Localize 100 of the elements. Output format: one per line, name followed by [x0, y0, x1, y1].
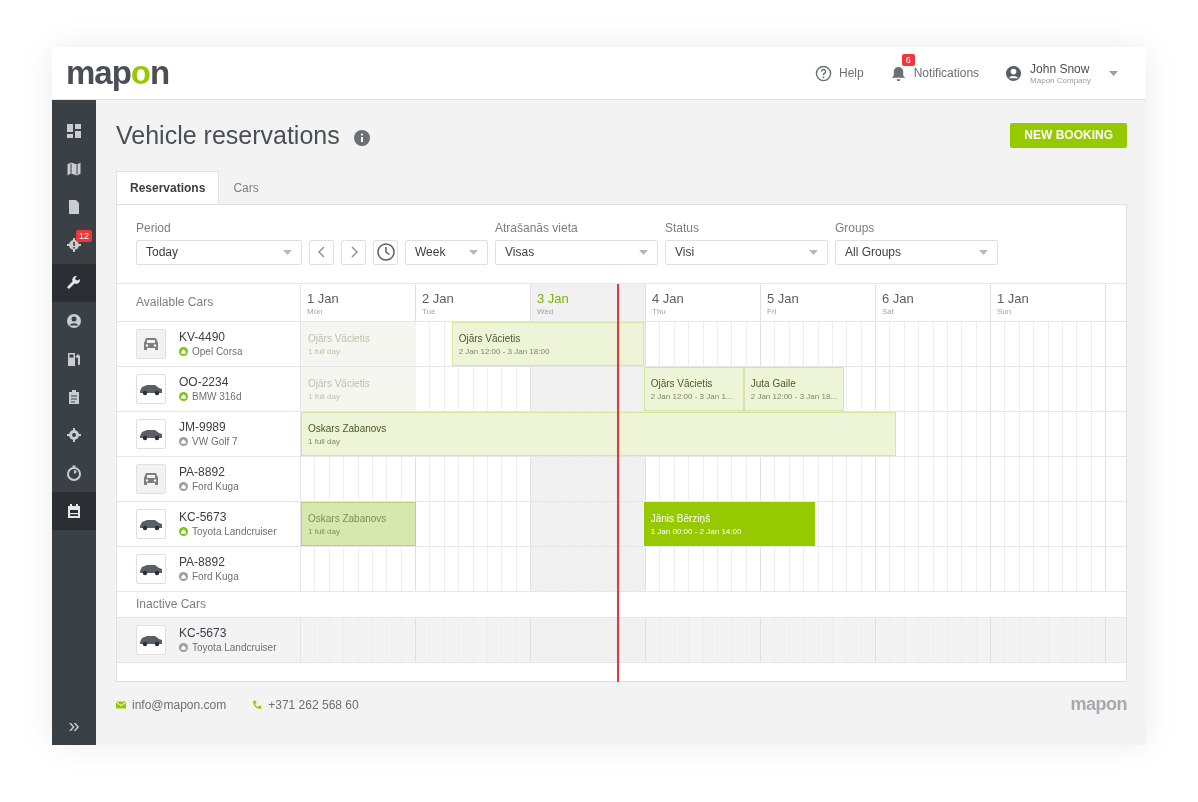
booking-name: Ojārs Vācietis: [458, 332, 522, 344]
day-date: 2 Jan: [422, 290, 455, 306]
fuel-icon: [66, 351, 82, 367]
day-date: 3 Jan: [537, 290, 570, 306]
map-icon: [66, 161, 82, 177]
caret-icon: [283, 249, 292, 255]
car-plate: OO-2234: [179, 375, 230, 390]
filter-label: Status: [665, 220, 701, 235]
day-weekday: Tue: [422, 306, 437, 316]
info-icon[interactable]: [353, 130, 370, 147]
booking-time: 2 Jan 12:00 - 3 Jan 18...: [750, 391, 837, 401]
car-plate: PA-8892: [179, 555, 226, 570]
expand-sidebar-button[interactable]: »: [52, 705, 96, 745]
notifications-link[interactable]: Notifications: [889, 64, 980, 82]
car-model: Toyota Landcruiser: [192, 642, 277, 654]
car-placeholder-icon: [136, 328, 166, 359]
help-icon: [815, 64, 832, 82]
day-weekday: Wed: [537, 306, 555, 316]
user-icon: [66, 313, 82, 329]
range-select[interactable]: Week: [405, 239, 488, 265]
caret-icon[interactable]: [1109, 70, 1118, 76]
phone-number: +371 262 568 60: [268, 697, 359, 712]
car-plate: PA-8892: [179, 465, 226, 480]
document-icon: [66, 199, 82, 215]
booking-time: 2 Jan 12:00 - 3 Jan 1...: [650, 391, 734, 401]
car-model: Ford Kuga: [192, 481, 239, 493]
day-weekday: Mon: [307, 306, 324, 316]
wrench-icon: [66, 275, 82, 291]
filter-label: Groups: [835, 220, 876, 235]
day-date: 6 Jan: [882, 290, 915, 306]
user-company: Mapon Company: [1030, 75, 1091, 85]
timer-icon: [66, 465, 82, 481]
car-photo-placeholder: [136, 373, 166, 404]
booking-name: Jānis Bērziņš: [650, 512, 712, 524]
booking-name: Ojārs Vācietis: [650, 377, 714, 389]
calendar-icon: [66, 503, 82, 519]
car-model: BMW 316d: [192, 391, 242, 403]
day-date: 1 Jan: [307, 290, 340, 306]
section-label: Inactive Cars: [136, 597, 207, 612]
day-date: 4 Jan: [652, 290, 685, 306]
status-select[interactable]: Visi: [665, 239, 828, 265]
booking-time: 2 Jan 12:00 - 3 Jan 18:00: [458, 346, 551, 356]
clock-button[interactable]: [373, 239, 398, 265]
user-name: John Snow: [1030, 61, 1091, 76]
day-date: 5 Jan: [767, 290, 800, 306]
car-plate: KC-5673: [179, 626, 228, 641]
day-weekday: Fri: [767, 306, 778, 316]
booking-bar[interactable]: Ojārs Vācietis 2 Jan 12:00 - 3 Jan 1...: [643, 366, 744, 411]
booking-time: 1 full day: [308, 526, 342, 536]
groups-select[interactable]: All Groups: [835, 239, 998, 265]
booking-bar[interactable]: Ojārs Vācietis 2 Jan 12:00 - 3 Jan 18:00: [451, 321, 644, 366]
user-avatar-icon: [1005, 64, 1023, 82]
booking-time: 1 full day: [308, 436, 342, 446]
booking-name: Ojārs Vācietis: [308, 377, 371, 389]
day-weekday: Thu: [652, 306, 667, 316]
day-weekday: Sun: [997, 306, 1013, 316]
car-model: Toyota Landcruiser: [192, 526, 277, 538]
car-photo-placeholder: [136, 553, 166, 584]
car-plate: KC-5673: [179, 510, 228, 525]
filter-label: Period: [136, 220, 172, 235]
phone-icon: [252, 699, 263, 710]
email-icon: [116, 699, 126, 710]
car-photo-placeholder: [136, 418, 166, 449]
booking-name: Juta Gaile: [750, 377, 797, 389]
booking-name: Ojārs Vācietis: [308, 332, 371, 344]
booking-bar[interactable]: Juta Gaile 2 Jan 12:00 - 3 Jan 18...: [743, 366, 844, 411]
help-link[interactable]: Help: [815, 64, 864, 82]
car-photo-placeholder: [136, 508, 166, 539]
car-plate: JM-9989: [179, 420, 227, 435]
mapon-logo: mapon: [66, 54, 170, 92]
caret-icon: [809, 249, 818, 255]
day-weekday: Sat: [882, 306, 895, 316]
page-title: Vehicle reservations: [116, 120, 340, 150]
sidebar-item[interactable]: 12: [52, 226, 96, 264]
booking-name: Oskars Zabanovs: [308, 422, 388, 434]
mapon-logo: mapon: [1070, 694, 1127, 716]
location-select[interactable]: Visas: [495, 239, 658, 265]
notification-badge: 6: [901, 53, 915, 66]
period-select[interactable]: Today: [136, 239, 302, 265]
caret-icon: [469, 249, 478, 255]
car-plate: KV-4490: [179, 330, 227, 345]
car-model: Ford Kuga: [192, 571, 239, 583]
bell-icon: [889, 64, 907, 82]
day-date: 1 Jan: [997, 290, 1030, 306]
car-model: Opel Corsa: [192, 346, 243, 358]
alert-badge: 12: [76, 230, 92, 242]
dashboard-icon: [66, 123, 82, 139]
clock-icon: [376, 243, 395, 262]
sidebar-item[interactable]: [52, 492, 96, 530]
car-placeholder-icon: [136, 463, 166, 494]
sidebar-item[interactable]: [52, 264, 96, 302]
caret-icon: [979, 249, 988, 255]
clipboard-icon: [66, 389, 82, 405]
email-link[interactable]: info@mapon.com: [132, 697, 227, 712]
tab[interactable]: Cars: [219, 170, 273, 204]
caret-icon: [639, 249, 648, 255]
booking-time: 1 Jan 00:00 - 2 Jan 14:00: [650, 526, 743, 536]
tab[interactable]: Reservations: [116, 170, 220, 204]
car-photo-placeholder: [136, 624, 166, 655]
booking-bar[interactable]: Oskars Zabanovs 1 full day: [301, 411, 896, 456]
